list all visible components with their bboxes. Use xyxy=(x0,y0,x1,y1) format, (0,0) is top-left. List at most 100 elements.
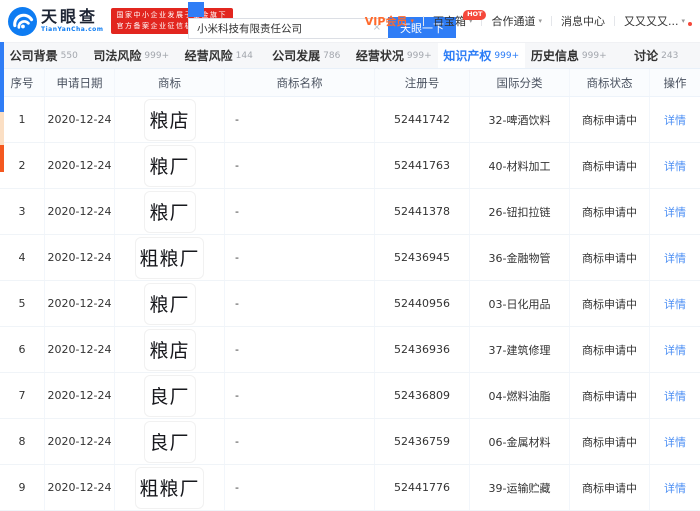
header-nav-label: 又又又又... xyxy=(624,13,679,29)
cell-reg-number: 52436809 xyxy=(375,373,470,418)
trademark-image[interactable]: 粗粮厂 xyxy=(135,237,203,279)
header-nav-item[interactable]: VIP会员 ▾ xyxy=(356,13,423,29)
detail-link[interactable]: 详情 xyxy=(664,434,686,450)
detail-link[interactable]: 详情 xyxy=(664,296,686,312)
trademark-image[interactable]: 粮厂 xyxy=(144,191,196,233)
cell-seq: 9 xyxy=(0,465,45,510)
cell-apply-date: 2020-12-24 xyxy=(45,419,115,464)
cell-action: 详情 xyxy=(650,419,700,464)
cell-seq: 7 xyxy=(0,373,45,418)
cell-trademark-name: - xyxy=(225,97,375,142)
detail-link[interactable]: 详情 xyxy=(664,342,686,358)
cell-reg-number: 52436936 xyxy=(375,327,470,372)
cell-action: 详情 xyxy=(650,189,700,234)
section-tab-count: 999+ xyxy=(144,51,169,61)
trademark-image[interactable]: 粗粮厂 xyxy=(135,467,203,509)
header-nav-item[interactable]: 合作通道 ▾ xyxy=(482,13,551,29)
cell-trademark-name: - xyxy=(225,235,375,280)
trademark-image[interactable]: 粮厂 xyxy=(144,283,196,325)
cell-seq: 5 xyxy=(0,281,45,326)
column-header: 商标 xyxy=(115,69,225,96)
left-edge-widget-blue[interactable] xyxy=(0,42,4,112)
section-tab-label: 公司发展 xyxy=(272,47,320,64)
cell-intl-class: 39-运输贮藏 xyxy=(470,465,570,510)
cell-action: 详情 xyxy=(650,143,700,188)
trademark-table: 序号申请日期商标商标名称注册号国际分类商标状态操作 1 2020-12-24 粮… xyxy=(0,68,700,511)
cell-seq: 4 xyxy=(0,235,45,280)
cell-intl-class: 06-金属材料 xyxy=(470,419,570,464)
table-row: 1 2020-12-24 粮店 - 52441742 32-啤酒饮料 商标申请中… xyxy=(0,97,700,143)
column-header: 申请日期 xyxy=(45,69,115,96)
detail-link[interactable]: 详情 xyxy=(664,158,686,174)
cell-trademark-image: 粮店 xyxy=(115,327,225,372)
cell-trademark-name: - xyxy=(225,465,375,510)
column-header: 商标状态 xyxy=(570,69,650,96)
detail-link[interactable]: 详情 xyxy=(664,204,686,220)
tianyancha-logo-icon xyxy=(8,7,37,36)
search-type-tab[interactable] xyxy=(220,2,236,17)
search-type-tab[interactable] xyxy=(204,2,220,17)
trademark-image[interactable]: 良厂 xyxy=(144,375,196,417)
cell-trademark-image: 粮厂 xyxy=(115,143,225,188)
left-edge-widget-orange[interactable] xyxy=(0,145,4,172)
cell-trademark-name: - xyxy=(225,419,375,464)
left-edge-widget-peach[interactable] xyxy=(0,112,4,145)
section-tab-count: 144 xyxy=(236,51,253,61)
trademark-image[interactable]: 粮店 xyxy=(144,99,196,141)
cell-seq: 6 xyxy=(0,327,45,372)
cell-action: 详情 xyxy=(650,235,700,280)
detail-link[interactable]: 详情 xyxy=(664,388,686,404)
cell-status: 商标申请中 xyxy=(570,143,650,188)
cell-reg-number: 52441742 xyxy=(375,97,470,142)
cell-reg-number: 52436945 xyxy=(375,235,470,280)
cell-status: 商标申请中 xyxy=(570,327,650,372)
header-nav: VIP会员 ▾ 百宝箱 ▾ HOT 合作通道 ▾ 消息中心 又又又又... ▾ xyxy=(356,0,694,42)
trademark-image[interactable]: 粮店 xyxy=(144,329,196,371)
section-tab-count: 243 xyxy=(661,51,678,61)
section-tab[interactable]: 经营状况 999+ xyxy=(350,43,438,68)
section-tab[interactable]: 公司发展 786 xyxy=(263,43,351,68)
cell-reg-number: 52441763 xyxy=(375,143,470,188)
header-nav-label: 百宝箱 xyxy=(433,13,466,29)
section-tab[interactable]: 历史信息 999+ xyxy=(525,43,613,68)
cell-reg-number: 52440956 xyxy=(375,281,470,326)
cell-action: 详情 xyxy=(650,373,700,418)
cell-seq: 2 xyxy=(0,143,45,188)
section-tab[interactable]: 公司背景 550 xyxy=(0,43,88,68)
cell-reg-number: 52441378 xyxy=(375,189,470,234)
top-header: 天眼查 TianYanCha.com 国家中小企业发展子基金旗下 官方备案企业征… xyxy=(0,0,700,42)
cell-status: 商标申请中 xyxy=(570,373,650,418)
cell-intl-class: 36-金融物管 xyxy=(470,235,570,280)
section-tab[interactable]: 经营风险 144 xyxy=(175,43,263,68)
trademark-image[interactable]: 粮厂 xyxy=(144,145,196,187)
header-nav-item[interactable]: 又又又又... ▾ xyxy=(615,13,694,29)
section-tab-label: 公司背景 xyxy=(10,47,58,64)
brand-domain: TianYanCha.com xyxy=(41,27,104,33)
detail-link[interactable]: 详情 xyxy=(664,250,686,266)
cell-apply-date: 2020-12-24 xyxy=(45,143,115,188)
cell-trademark-image: 良厂 xyxy=(115,419,225,464)
cell-intl-class: 40-材料加工 xyxy=(470,143,570,188)
search-type-tab[interactable] xyxy=(188,2,204,17)
header-nav-label: VIP会员 xyxy=(365,13,408,29)
header-nav-item[interactable]: 百宝箱 ▾ HOT xyxy=(424,13,482,29)
table-row: 4 2020-12-24 粗粮厂 - 52436945 36-金融物管 商标申请… xyxy=(0,235,700,281)
table-row: 5 2020-12-24 粮厂 - 52440956 03-日化用品 商标申请中… xyxy=(0,281,700,327)
tianyancha-logo[interactable]: 天眼查 TianYanCha.com xyxy=(8,7,104,36)
cell-trademark-name: - xyxy=(225,189,375,234)
section-tab[interactable]: 知识产权 999+ xyxy=(438,43,526,68)
unread-dot-icon xyxy=(688,22,692,26)
section-tab-label: 司法风险 xyxy=(93,47,141,64)
column-header: 注册号 xyxy=(375,69,470,96)
section-tab[interactable]: 讨论 243 xyxy=(613,43,700,68)
header-nav-item[interactable]: 消息中心 xyxy=(552,13,614,29)
header-nav-label: 消息中心 xyxy=(561,13,605,29)
detail-link[interactable]: 详情 xyxy=(664,112,686,128)
trademark-image[interactable]: 良厂 xyxy=(144,421,196,463)
cell-trademark-image: 粗粮厂 xyxy=(115,465,225,510)
column-header: 操作 xyxy=(650,69,700,96)
section-tab[interactable]: 司法风险 999+ xyxy=(88,43,176,68)
cell-intl-class: 37-建筑修理 xyxy=(470,327,570,372)
cell-trademark-image: 粮厂 xyxy=(115,281,225,326)
detail-link[interactable]: 详情 xyxy=(664,480,686,496)
